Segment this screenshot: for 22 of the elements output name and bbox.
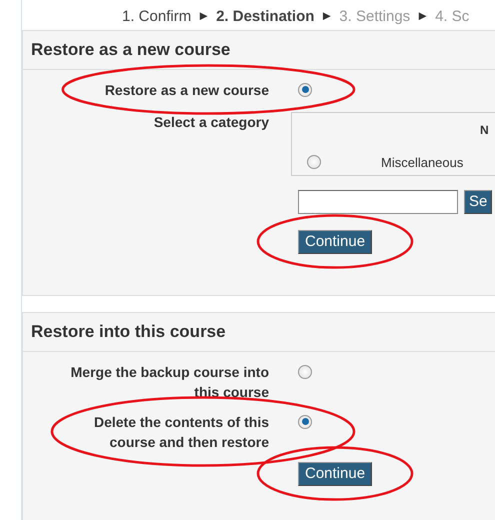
radio-button[interactable]: [298, 82, 312, 96]
option-label: Restore as a new course: [104, 82, 269, 98]
radio-button[interactable]: [298, 364, 312, 378]
step-label: 2. Destination: [216, 7, 314, 27]
radio-button[interactable]: [307, 155, 321, 170]
section-title: Restore as a new course: [23, 31, 495, 70]
search-button[interactable]: Se: [464, 190, 492, 214]
continue-button[interactable]: Continue: [298, 462, 372, 486]
option-label: Delete the contents of this course and then restore: [94, 414, 269, 450]
step-label: 4. Sc: [435, 7, 470, 27]
step-separator: ►: [197, 7, 210, 25]
search-field[interactable]: [298, 190, 458, 214]
step-label: 3. Settings: [339, 7, 410, 27]
column-header: N: [480, 122, 489, 138]
continue-button[interactable]: Continue: [298, 230, 372, 254]
radio-button[interactable]: [298, 414, 312, 428]
step-label: 1. Confirm: [122, 7, 192, 27]
category-name: Miscellaneous: [381, 154, 464, 172]
section-title: Restore into this course: [23, 313, 495, 352]
field-label: Select a category: [154, 114, 269, 130]
step-separator: ►: [320, 7, 334, 25]
step-separator: ►: [416, 7, 430, 25]
